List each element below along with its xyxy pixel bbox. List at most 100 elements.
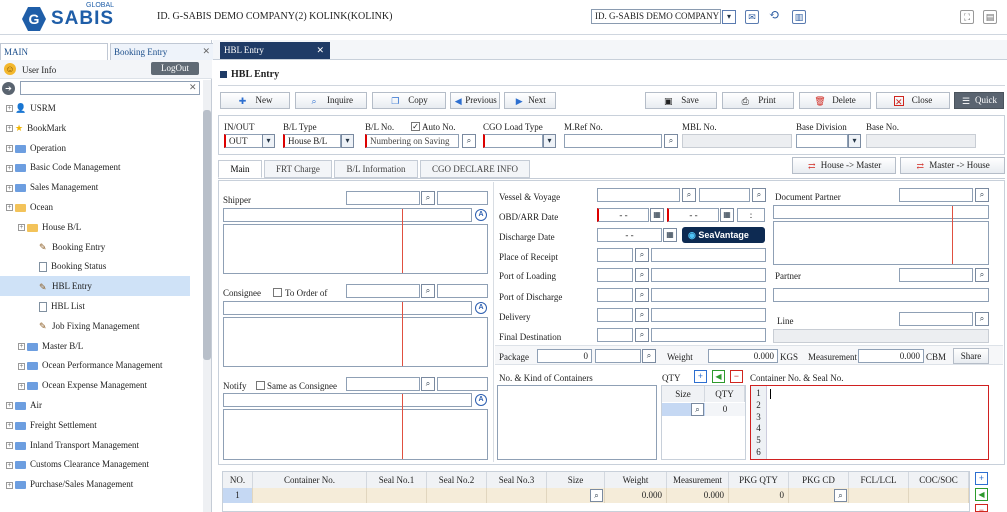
sidebar-item-hbl-list[interactable]: HBL List	[0, 296, 190, 316]
insert-row-icon[interactable]: ◀	[975, 488, 988, 501]
sidebar-item-booking-entry[interactable]: ✎ Booking Entry	[0, 237, 190, 257]
logout-button[interactable]: LogOut	[151, 62, 199, 75]
search-icon[interactable]: ⌕	[682, 188, 696, 202]
sidebar-item-air[interactable]: + Air	[0, 395, 190, 415]
place-of-receipt-name[interactable]	[651, 248, 766, 262]
final-destination-code[interactable]	[597, 328, 633, 342]
add-row-icon[interactable]: +	[694, 370, 707, 383]
seal-textarea[interactable]	[750, 385, 989, 460]
expand-icon[interactable]: +	[6, 481, 13, 489]
expand-icon[interactable]: +	[18, 362, 25, 370]
window-icon[interactable]: ▤	[983, 10, 997, 24]
grid-cell[interactable]	[427, 488, 487, 503]
expand-icon[interactable]: +	[6, 442, 13, 450]
expand-icon[interactable]: +	[18, 343, 25, 351]
expand-icon[interactable]: +	[6, 105, 13, 113]
next-button[interactable]: ▶ Next	[504, 92, 556, 109]
search-icon[interactable]: ⌕	[635, 328, 649, 342]
expand-icon[interactable]: +	[6, 461, 13, 469]
discharge-date-input[interactable]: - -	[597, 228, 662, 242]
house-to-master-button[interactable]: ⇄ House -> Master	[792, 157, 896, 174]
weight-input[interactable]: 0.000	[708, 349, 778, 363]
quick-button[interactable]: ☰ Quick	[954, 92, 1004, 109]
calendar-icon[interactable]: ▦	[720, 208, 734, 222]
vessel-input[interactable]	[597, 188, 680, 202]
search-icon[interactable]: ⌕	[635, 308, 649, 322]
cgo-load-dropdown-icon[interactable]: ▾	[543, 134, 556, 148]
document-partner-address[interactable]	[773, 221, 989, 265]
address-icon[interactable]: A	[475, 209, 487, 221]
line-code[interactable]	[899, 312, 973, 326]
notify-code-input[interactable]	[346, 377, 420, 391]
sidebar-item-usrm[interactable]: + 👤 USRM	[0, 98, 190, 118]
tab-frt-charge[interactable]: FRT Charge	[264, 160, 332, 178]
search-icon[interactable]: ⌕	[635, 248, 649, 262]
fullscreen-icon[interactable]: ⛶	[960, 10, 974, 24]
notify-name-input[interactable]	[437, 377, 488, 391]
print-button[interactable]: ⎙ Print	[722, 92, 794, 109]
expand-icon[interactable]: +	[18, 224, 25, 232]
delivery-name[interactable]	[651, 308, 766, 322]
sidebar-item-ocean[interactable]: + Ocean	[0, 197, 190, 217]
calendar-icon[interactable]: ▦	[663, 228, 677, 242]
expand-icon[interactable]: +	[6, 145, 13, 153]
delivery-code[interactable]	[597, 308, 633, 322]
search-icon[interactable]: ⌕	[635, 268, 649, 282]
share-button[interactable]: Share	[953, 348, 989, 364]
calendar-icon[interactable]: ▦	[650, 208, 664, 222]
mref-input[interactable]	[564, 134, 662, 148]
search-toggle-icon[interactable]: ➔	[2, 82, 15, 95]
port-of-loading-code[interactable]	[597, 268, 633, 282]
notify-line-input[interactable]	[223, 393, 472, 407]
sidebar-item-job-fixing-management[interactable]: ✎ Job Fixing Management	[0, 316, 190, 336]
grid-cell[interactable]: 0.000	[667, 488, 729, 503]
shipper-name-input[interactable]	[437, 191, 488, 205]
expand-icon[interactable]: +	[6, 422, 13, 430]
close-button[interactable]: ✕ Close	[876, 92, 950, 109]
qty-qty-cell[interactable]: 0	[705, 403, 745, 416]
sidebar-item-master-b-l[interactable]: + Master B/L	[0, 336, 190, 356]
shipper-code-input[interactable]	[346, 191, 420, 205]
inout-dropdown-icon[interactable]: ▾	[262, 134, 275, 148]
close-icon[interactable]: ✕	[202, 46, 210, 57]
expand-icon[interactable]: +	[6, 184, 13, 192]
place-of-receipt-code[interactable]	[597, 248, 633, 262]
user-info-label[interactable]: User Info	[22, 65, 56, 75]
table-row[interactable]: 1 ⌕ 0.000 0.000 0 ⌕	[223, 488, 969, 503]
seavantage-button[interactable]: ◉ SeaVantage	[682, 227, 765, 243]
sidebar-item-house-b-l[interactable]: + House B/L	[0, 217, 190, 237]
time-input[interactable]: :	[737, 208, 765, 222]
new-button[interactable]: ✚ New	[220, 92, 290, 109]
bltype-dropdown-icon[interactable]: ▾	[341, 134, 354, 148]
tab-cgo-declare-info[interactable]: CGO DECLARE INFO	[420, 160, 530, 178]
tab-main[interactable]: Main	[218, 160, 262, 178]
consignee-code-input[interactable]	[346, 284, 420, 298]
search-icon[interactable]: ⌕	[642, 349, 656, 363]
obd-date-input[interactable]: - -	[597, 208, 649, 222]
search-icon[interactable]: ⌕	[590, 489, 603, 502]
clear-search-icon[interactable]: ✕	[189, 82, 197, 93]
sidebar-tab-main[interactable]: MAIN	[0, 43, 108, 60]
search-icon[interactable]: ⌕	[691, 403, 704, 416]
partner-code[interactable]	[899, 268, 973, 282]
consignee-address-textarea[interactable]	[223, 317, 488, 367]
grid-cell[interactable]: 1	[223, 488, 253, 503]
cgo-load-select[interactable]	[483, 134, 543, 148]
book-icon[interactable]: ▥	[792, 10, 806, 24]
base-division-dropdown-icon[interactable]: ▾	[848, 134, 861, 148]
search-icon[interactable]: ⌕	[834, 489, 847, 502]
measurement-input[interactable]: 0.000	[858, 349, 924, 363]
package-unit-input[interactable]	[595, 349, 641, 363]
sidebar-item-ocean-expense-management[interactable]: + Ocean Expense Management	[0, 375, 190, 395]
expand-icon[interactable]: +	[6, 204, 13, 212]
company-dropdown-icon[interactable]: ▾	[722, 10, 736, 24]
notify-address-textarea[interactable]	[223, 409, 488, 460]
sidebar-tab-booking-entry[interactable]: Booking Entry ✕	[110, 43, 214, 60]
search-icon[interactable]: ⌕	[635, 288, 649, 302]
port-of-discharge-name[interactable]	[651, 288, 766, 302]
package-input[interactable]: 0	[537, 349, 592, 363]
sidebar-item-ocean-performance-management[interactable]: + Ocean Performance Management	[0, 355, 190, 375]
auto-no-checkbox[interactable]: ✓	[411, 122, 420, 131]
sidebar-item-booking-status[interactable]: Booking Status	[0, 256, 190, 276]
address-icon[interactable]: A	[475, 394, 487, 406]
